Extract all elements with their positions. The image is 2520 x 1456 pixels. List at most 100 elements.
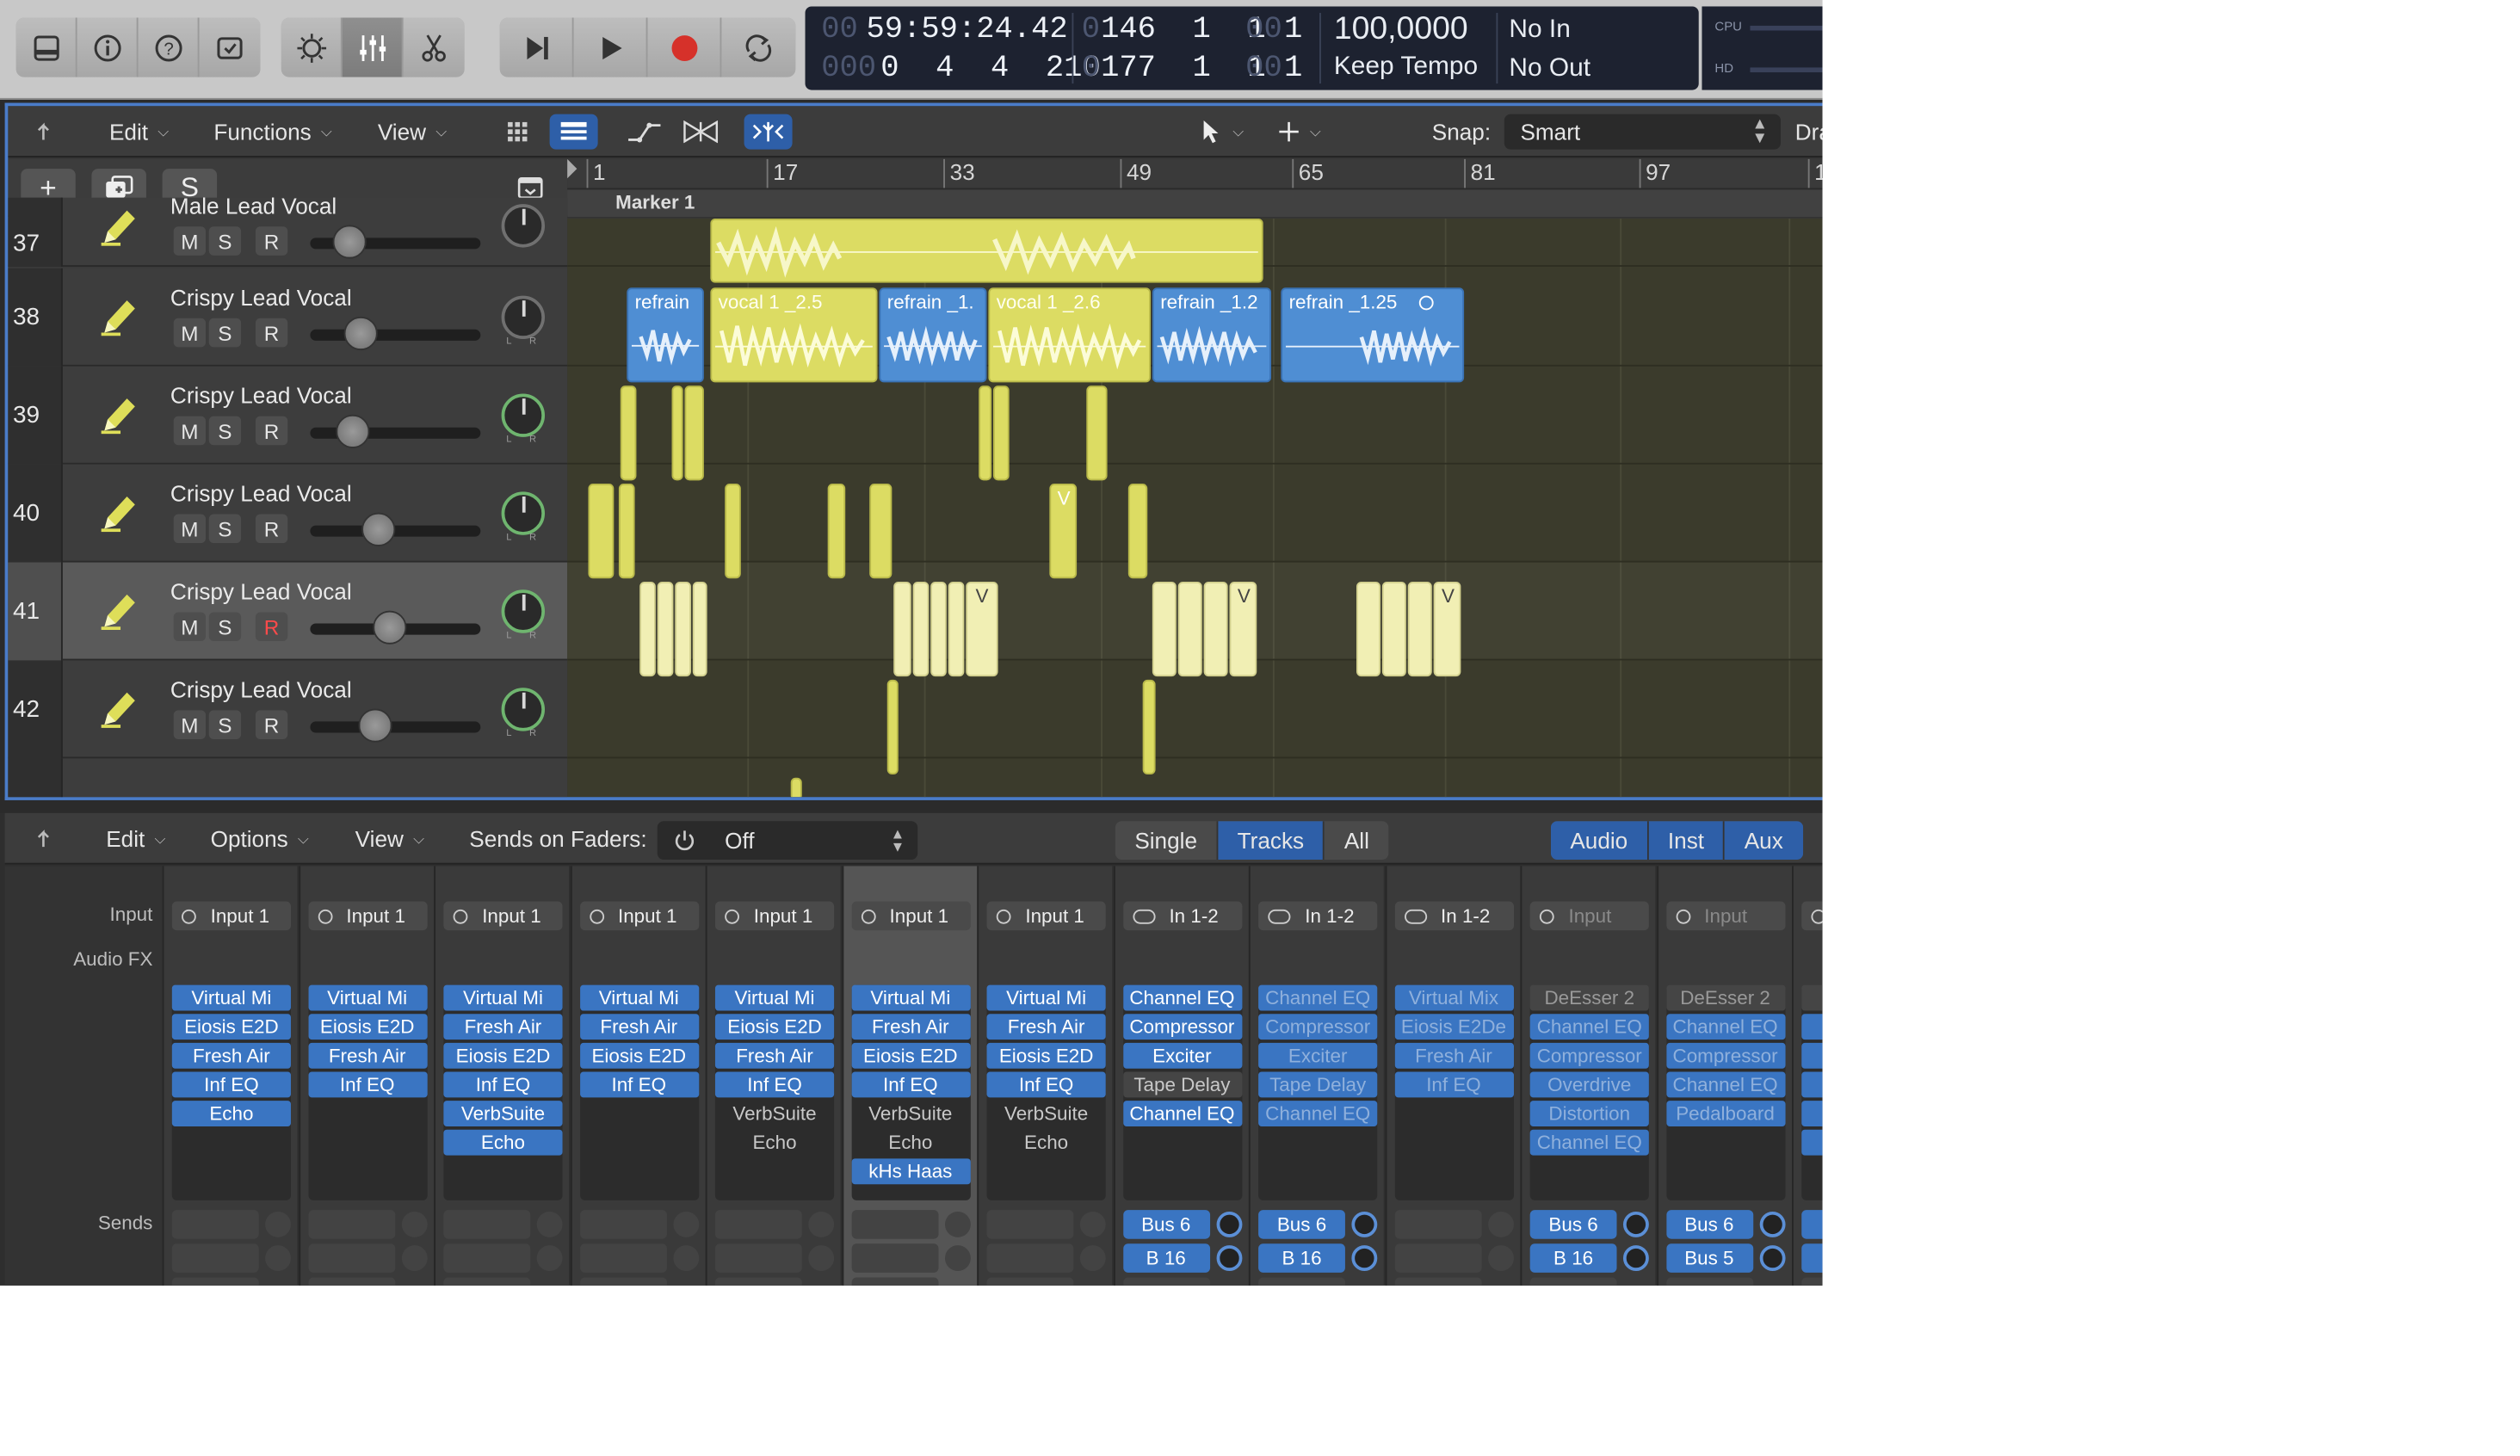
input-slot[interactable]: Input 1: [579, 901, 699, 931]
audio-fx-plugin[interactable]: Eiosis E2D: [307, 1014, 427, 1040]
audio-fx-plugin[interactable]: Inf EQ: [850, 1071, 970, 1098]
audio-fx-plugin[interactable]: Compressor: [1122, 1014, 1242, 1040]
cpu-hd-meters[interactable]: CPU HD: [1702, 6, 1823, 90]
audio-region[interactable]: [1203, 581, 1228, 677]
audio-region[interactable]: [992, 386, 1010, 481]
lcd-display[interactable]: 00 59:59:24.42 000 0 4 4 210 0 146 1 1 0…: [805, 6, 1699, 90]
audio-fx-plugin[interactable]: Virtual Mi: [579, 984, 699, 1011]
track-name[interactable]: Crispy Lead Vocal: [170, 676, 352, 702]
input-slot[interactable]: In 1-2: [1258, 901, 1378, 931]
send-level-knob[interactable]: [265, 1245, 291, 1272]
send-slot[interactable]: B 16: [1529, 1243, 1617, 1273]
audio-fx-plugin[interactable]: Compressor: [1529, 1042, 1649, 1069]
audio-fx-plugin[interactable]: DeEsser 2: [1665, 984, 1785, 1011]
audio-region[interactable]: vocal 1 _2.5: [710, 287, 878, 383]
send-slot[interactable]: [1393, 1210, 1481, 1239]
send-slot[interactable]: [986, 1277, 1074, 1286]
audio-fx-plugin[interactable]: D: [1801, 984, 1823, 1011]
audio-fx-plugin[interactable]: Inf EQ: [986, 1071, 1106, 1098]
channel-strip[interactable]: Input 1 Virtual Mi Fresh Air Eiosis E2D Inf …: [841, 866, 977, 1286]
channel-strip[interactable]: Input 1 Virtual Mi Fresh Air Eiosis E2D Inf …: [434, 866, 570, 1286]
audio-fx-plugin[interactable]: Virtual Mix: [1393, 984, 1514, 1011]
send-level-knob[interactable]: [808, 1245, 835, 1272]
audio-region[interactable]: [893, 581, 911, 677]
audio-fx-plugin[interactable]: Channel EQ: [1122, 984, 1242, 1011]
arrange-area[interactable]: refrain vocal 1 _2.5 refrain _1. vocal 1…: [567, 218, 1823, 798]
cycle-icon[interactable]: [721, 17, 796, 77]
send-slot[interactable]: [443, 1277, 531, 1286]
channel-strip[interactable]: DCCCII: [1792, 866, 1823, 1286]
smart-controls-icon[interactable]: [281, 17, 343, 77]
audio-fx-plugin[interactable]: Eiosis E2D: [850, 1042, 970, 1069]
send-slot[interactable]: [714, 1277, 802, 1286]
mute-button[interactable]: M: [173, 514, 207, 544]
audio-fx-plugin[interactable]: Virtual Mi: [714, 984, 835, 1011]
volume-fader-knob[interactable]: [358, 708, 392, 743]
send-slot[interactable]: [1258, 1277, 1345, 1286]
audio-fx-plugin[interactable]: C: [1801, 1071, 1823, 1098]
mute-button[interactable]: M: [173, 416, 207, 446]
input-slot[interactable]: In 1-2: [1122, 901, 1242, 931]
send-slot[interactable]: [171, 1210, 259, 1239]
catch-icon[interactable]: [744, 114, 793, 150]
audio-fx-plugin[interactable]: Fresh Air: [307, 1042, 427, 1069]
audio-region[interactable]: [710, 218, 1263, 283]
editors-icon[interactable]: [199, 17, 261, 77]
solo-button[interactable]: S: [208, 318, 242, 348]
functions-menu[interactable]: Functions ⌵: [213, 114, 331, 150]
timeline-ruler[interactable]: 1 17 33 49 65 81 97 11 Marker 1: [567, 158, 1823, 218]
audio-fx-plugin[interactable]: Pedalboard: [1665, 1101, 1785, 1126]
pan-knob[interactable]: [501, 295, 546, 340]
send-slot[interactable]: [714, 1210, 802, 1239]
audio-fx-plugin[interactable]: VerbSuite: [987, 1101, 1106, 1126]
volume-fader-knob[interactable]: [361, 512, 396, 546]
volume-fader[interactable]: [310, 329, 481, 341]
audio-region[interactable]: [1356, 581, 1381, 677]
audio-fx-plugin[interactable]: Fresh Air: [714, 1042, 835, 1069]
send-slot[interactable]: Bus 6: [1665, 1210, 1753, 1239]
audio-region[interactable]: [886, 679, 899, 775]
track-header-40[interactable]: 40 Crispy Lead Vocal M S R LR: [8, 464, 568, 563]
audio-fx-plugin[interactable]: Overdrive: [1529, 1071, 1649, 1098]
mute-button[interactable]: M: [173, 318, 207, 348]
audio-region[interactable]: [1381, 581, 1406, 677]
scope-single-button[interactable]: Single: [1115, 821, 1219, 861]
audio-fx-plugin[interactable]: Distortion: [1529, 1101, 1649, 1126]
snap-select[interactable]: Smart ▲ ▼: [1504, 114, 1781, 150]
send-slot[interactable]: Bus 6: [1529, 1210, 1617, 1239]
audio-region[interactable]: [692, 581, 707, 677]
scope-all-button[interactable]: All: [1325, 821, 1388, 860]
audio-fx-plugin[interactable]: Virtual Mi: [171, 984, 291, 1011]
list-view-icon[interactable]: [549, 114, 598, 150]
send-slot[interactable]: [307, 1277, 395, 1286]
tempo-mode[interactable]: Keep Tempo: [1334, 53, 1478, 83]
audio-region[interactable]: refrain _1.: [879, 287, 987, 383]
audio-region[interactable]: [827, 484, 846, 579]
send-slot[interactable]: I: [1801, 1243, 1823, 1273]
send-level-knob[interactable]: [1351, 1211, 1378, 1237]
audio-region[interactable]: [1142, 679, 1156, 775]
library-icon[interactable]: [15, 17, 77, 77]
audio-fx-plugin[interactable]: Eiosis E2D: [714, 1014, 835, 1040]
audio-fx-plugin[interactable]: Fresh Air: [443, 1014, 563, 1040]
audio-fx-plugin[interactable]: Exciter: [1122, 1042, 1242, 1069]
audio-fx-plugin[interactable]: [1801, 1129, 1823, 1156]
track-name[interactable]: Crispy Lead Vocal: [170, 578, 352, 604]
audio-fx-plugin[interactable]: Echo: [987, 1130, 1106, 1156]
record-arm-button[interactable]: R: [255, 710, 288, 739]
track-name[interactable]: Crispy Lead Vocal: [170, 480, 352, 506]
audio-fx-plugin[interactable]: Fresh Air: [850, 1014, 970, 1040]
send-level-knob[interactable]: [400, 1245, 427, 1272]
track-name[interactable]: Male Lead Vocal: [170, 193, 337, 219]
audio-region[interactable]: [671, 386, 683, 481]
audio-fx-plugin[interactable]: Fresh Air: [986, 1014, 1106, 1040]
audio-fx-plugin[interactable]: Eiosis E2D: [986, 1042, 1106, 1069]
channel-strip[interactable]: In 1-2 Channel EQ Compressor Exciter Tape De…: [1248, 866, 1384, 1286]
audio-region[interactable]: [948, 581, 965, 677]
audio-fx-plugin[interactable]: Inf EQ: [307, 1071, 427, 1098]
mixer-options-menu[interactable]: Options ⌵: [211, 821, 309, 856]
send-level-knob[interactable]: [536, 1245, 563, 1272]
audio-region[interactable]: [684, 386, 704, 481]
play-icon[interactable]: [573, 17, 648, 77]
audio-fx-plugin[interactable]: C: [1801, 1014, 1823, 1040]
